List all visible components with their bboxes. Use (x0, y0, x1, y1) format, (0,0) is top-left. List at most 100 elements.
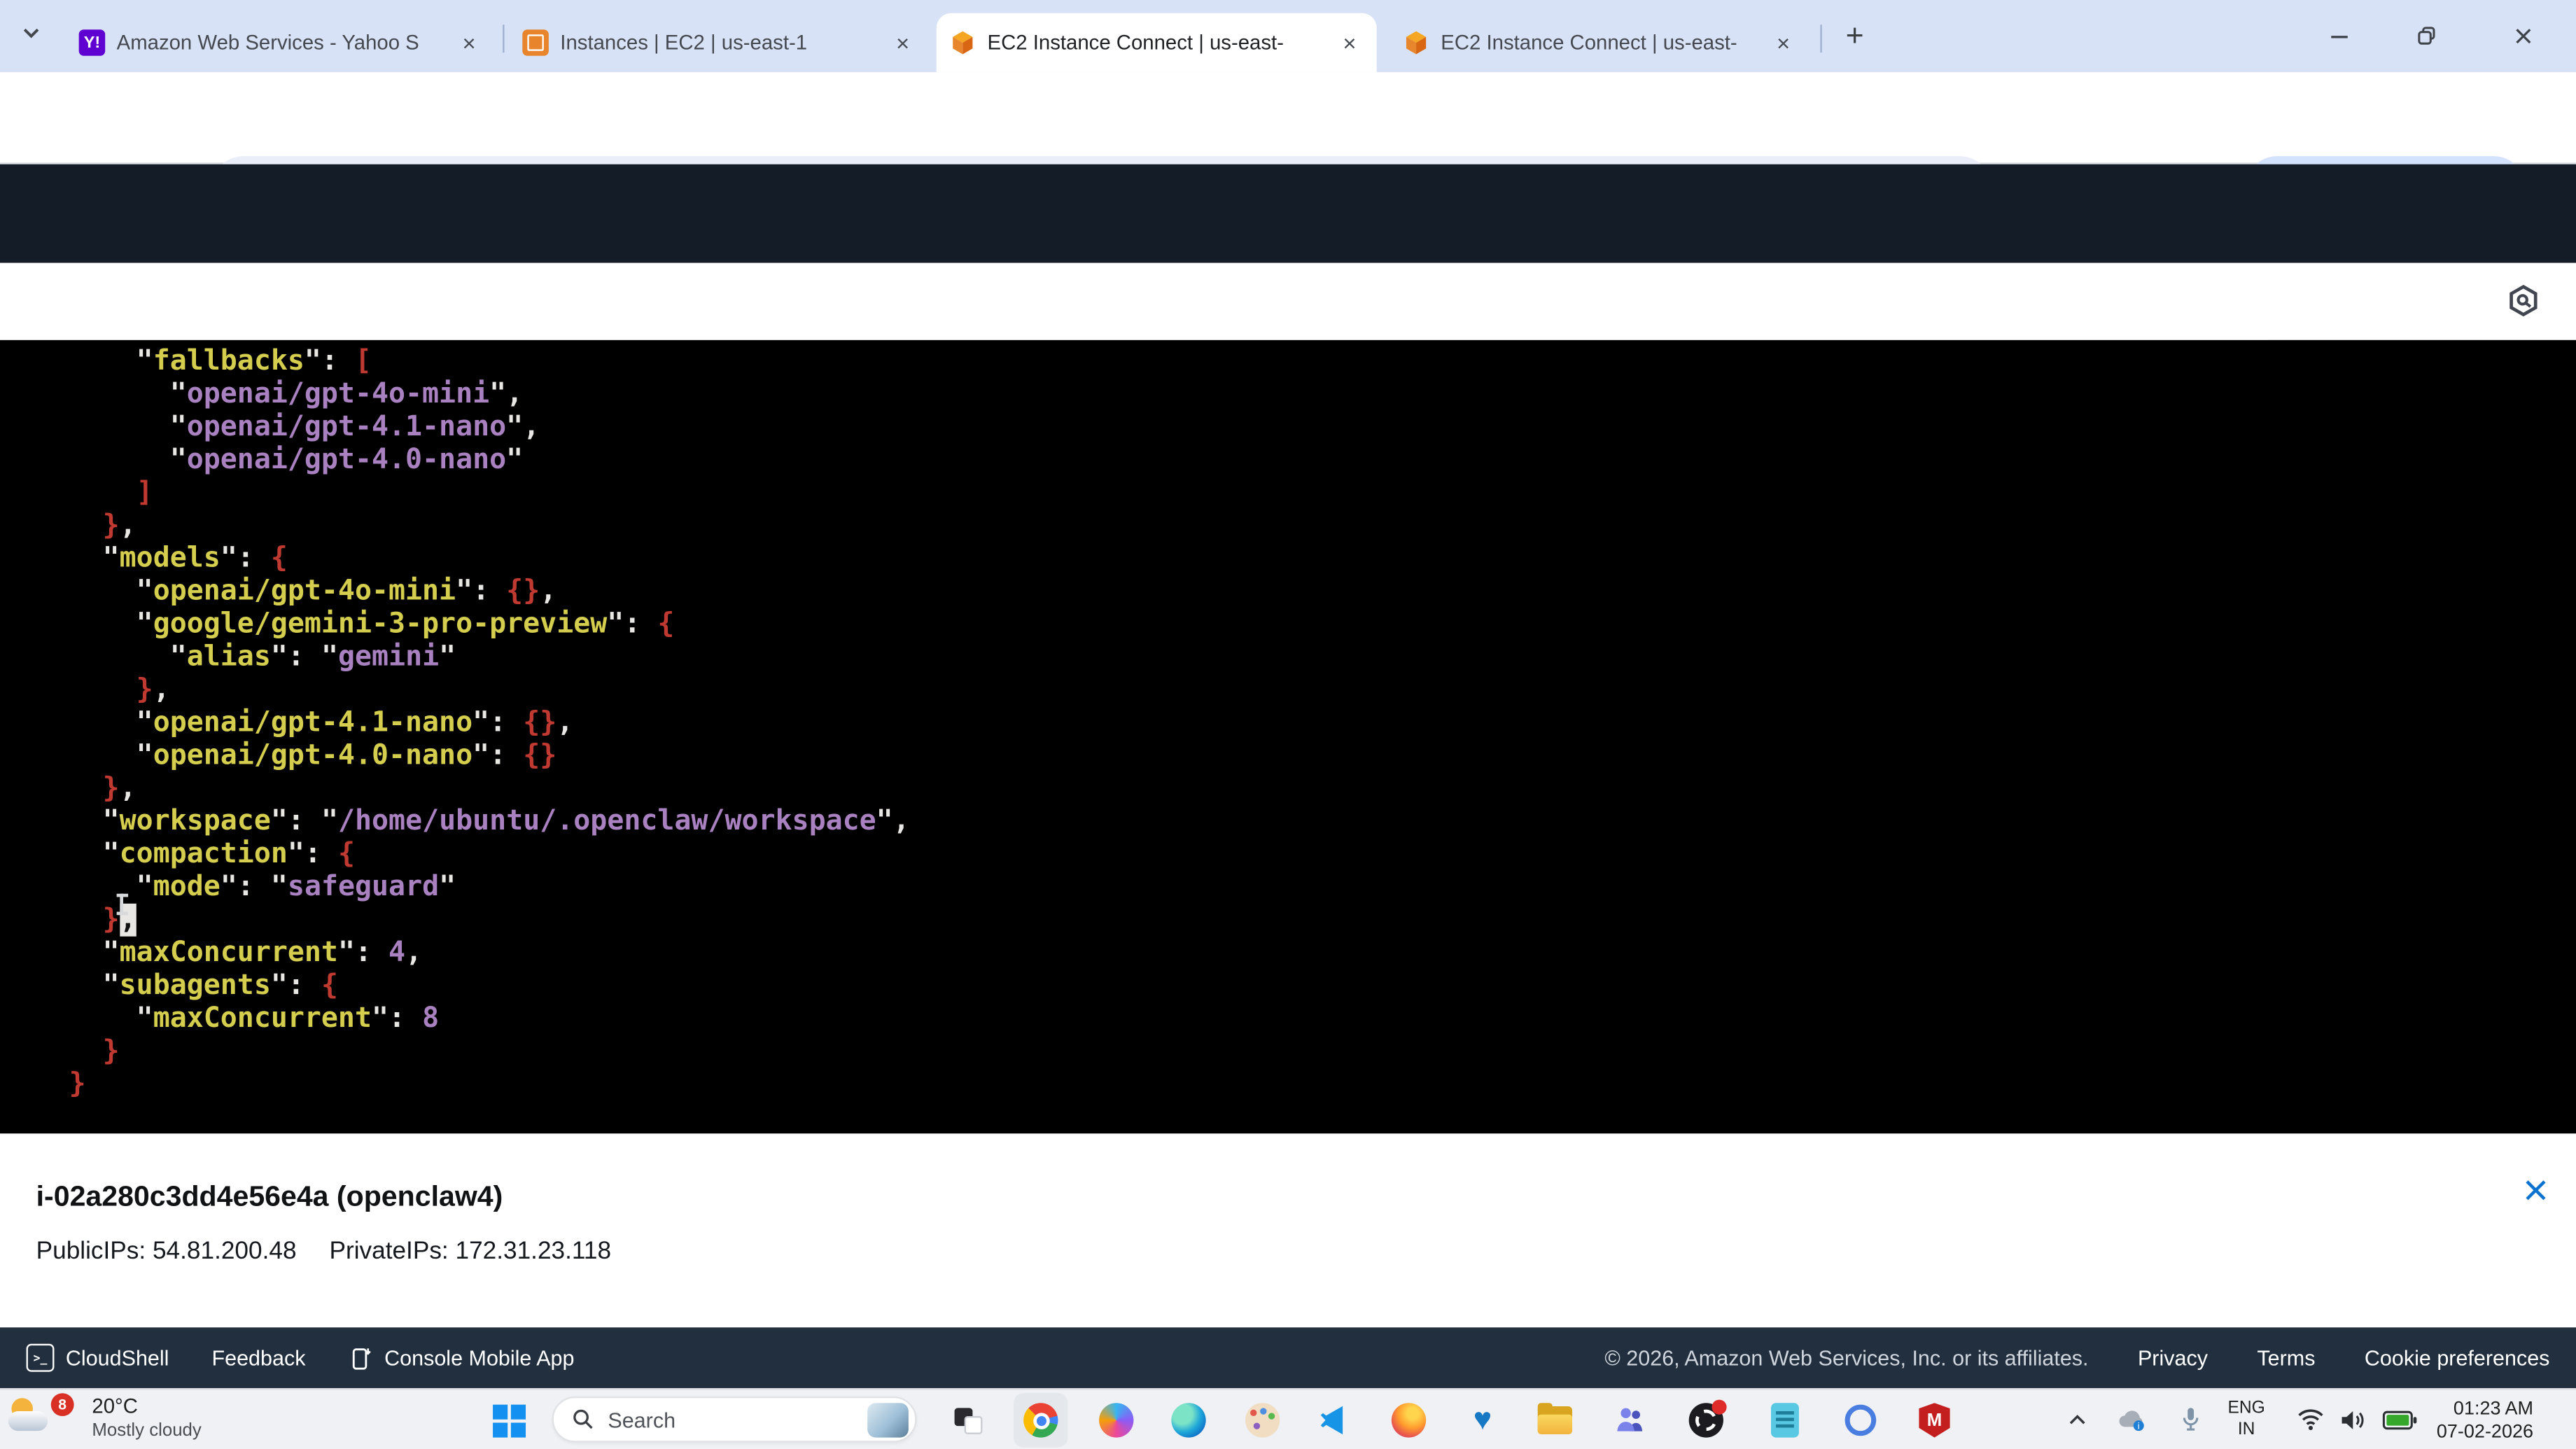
tab-close-icon[interactable]: × (1336, 29, 1364, 57)
taskbar-clock[interactable]: 01:23 AM 07-02-2026 (2437, 1398, 2533, 1445)
terminal-line: "fallbacks": [ (69, 345, 910, 378)
tab-title: Amazon Web Services - Yahoo S (117, 31, 444, 55)
taskbar-search[interactable]: Search (552, 1396, 917, 1443)
footer-privacy-link[interactable]: Privacy (2138, 1345, 2208, 1370)
new-tab-button[interactable]: + (1835, 18, 1875, 57)
terminal-line: } (69, 1068, 910, 1101)
terminal-line: "openai/gpt-4.0-nano" (69, 444, 910, 477)
window-minimize-button[interactable] (2311, 11, 2367, 60)
start-button[interactable] (493, 1405, 525, 1437)
mouse-cursor (120, 894, 123, 916)
panel-close-icon[interactable] (2522, 1176, 2550, 1204)
terminal-line: "google/gemini-3-pro-preview": { (69, 608, 910, 640)
terminal-line: "mode": "safeguard" (69, 871, 910, 904)
footer-cookie-link[interactable]: Cookie preferences (2365, 1345, 2550, 1370)
language-top: ENG (2227, 1398, 2264, 1418)
weather-condition-label: Mostly cloudy (92, 1421, 201, 1441)
mobile-app-label: Console Mobile App (384, 1345, 574, 1370)
terminal-line: "subagents": { (69, 969, 910, 1002)
terminal-line: "alias": "gemini" (69, 640, 910, 673)
tab-instance-connect-active[interactable]: EC2 Instance Connect | us-east- × (937, 13, 1377, 72)
tab-yahoo[interactable]: Y! Amazon Web Services - Yahoo S × (66, 13, 496, 72)
temperature-label: 20°C (92, 1395, 138, 1418)
aws-console-footer: >_ CloudShell Feedback Console Mobile Ap… (0, 1327, 2576, 1388)
tray-chevron-up-icon[interactable] (2066, 1411, 2088, 1429)
battery-icon[interactable] (2382, 1410, 2418, 1432)
wifi-icon[interactable] (2297, 1408, 2325, 1431)
terminal-line: "openai/gpt-4o-mini": {}, (69, 575, 910, 608)
svg-text:i: i (2138, 1421, 2140, 1432)
terminal-line: }, (69, 904, 910, 937)
ssh-terminal[interactable]: "fallbacks": [ "openai/gpt-4o-mini", "op… (0, 340, 2576, 1134)
public-ip-label: PublicIPs: (36, 1237, 146, 1265)
terminal-line: }, (69, 510, 910, 542)
window-restore-button[interactable] (2399, 11, 2455, 60)
screen: Y! Amazon Web Services - Yahoo S × Insta… (0, 0, 2576, 1449)
cloudshell-icon: >_ (27, 1344, 55, 1372)
tab-title: Instances | EC2 | us-east-1 (560, 31, 877, 55)
copilot-icon[interactable] (1098, 1401, 1135, 1439)
search-icon (572, 1408, 595, 1431)
sync-app-icon[interactable] (1842, 1401, 1879, 1439)
heart-pulse-icon[interactable]: ♥ (1464, 1401, 1502, 1439)
paint-icon[interactable] (1244, 1401, 1282, 1439)
cloudshell-label: CloudShell (66, 1345, 169, 1370)
tab-search-icon[interactable] (20, 22, 43, 45)
aws-cube-favicon (950, 29, 976, 56)
speaker-icon[interactable] (2339, 1408, 2367, 1432)
yahoo-favicon: Y! (79, 29, 106, 56)
copyright-text: © 2026, Amazon Web Services, Inc. or its… (1604, 1345, 2088, 1370)
vscode-icon[interactable] (1316, 1401, 1354, 1439)
browser-toolbar: us-east-1.console.aws.amazon.com/ec2-ins… (0, 72, 2576, 164)
notepad-icon[interactable] (1766, 1401, 1804, 1439)
page-sub-header (0, 263, 2576, 340)
terminal-line: ] (69, 477, 910, 510)
file-explorer-icon[interactable] (1536, 1401, 1574, 1439)
terminal-line: "openai/gpt-4.1-nano", (69, 411, 910, 444)
firefox-icon[interactable] (1390, 1401, 1428, 1439)
tab-ec2-instances[interactable]: Instances | EC2 | us-east-1 × (510, 13, 930, 72)
tab-divider (1820, 24, 1821, 52)
microphone-icon[interactable] (2178, 1405, 2203, 1434)
tab-close-icon[interactable]: × (455, 29, 483, 57)
footer-mobile-app-link[interactable]: Console Mobile App (348, 1345, 574, 1371)
mobile-phone-icon (348, 1345, 372, 1371)
terminal-line: }, (69, 673, 910, 706)
time-label: 01:23 AM (2454, 1400, 2533, 1420)
mcafee-icon[interactable]: M (1916, 1401, 1954, 1439)
tab-title: EC2 Instance Connect | us-east- (1441, 31, 1758, 55)
terminal-line: "maxConcurrent": 8 (69, 1002, 910, 1035)
language-bottom: IN (2238, 1420, 2255, 1439)
footer-feedback-link[interactable]: Feedback (211, 1345, 305, 1370)
aws-console-header: aws Search [Alt+S] >_ ? United States (N… (0, 164, 2576, 263)
terminal-line: "openai/gpt-4o-mini", (69, 378, 910, 411)
tab-divider (503, 24, 504, 52)
teams-icon[interactable] (1611, 1401, 1649, 1439)
language-indicator[interactable]: ENG IN (2227, 1398, 2264, 1441)
footer-terms-link[interactable]: Terms (2257, 1345, 2315, 1370)
footer-cloudshell-button[interactable]: >_ CloudShell (27, 1344, 169, 1372)
tab-close-icon[interactable]: × (889, 29, 917, 57)
task-view-icon[interactable] (950, 1401, 988, 1439)
search-placeholder: Search (608, 1407, 676, 1432)
chrome-icon[interactable] (1022, 1401, 1060, 1439)
aws-cube-favicon (1403, 29, 1429, 56)
terminal-line: "compaction": { (69, 838, 910, 871)
obs-icon[interactable] (1687, 1401, 1725, 1439)
edge-icon[interactable] (1170, 1401, 1208, 1439)
terminal-line: }, (69, 772, 910, 805)
browser-tab-strip: Y! Amazon Web Services - Yahoo S × Insta… (0, 0, 2576, 72)
notification-badge: 8 (51, 1393, 74, 1416)
onedrive-cloud-icon[interactable]: i (2116, 1405, 2149, 1433)
window-close-button[interactable] (2496, 11, 2552, 60)
tab-instance-connect-2[interactable]: EC2 Instance Connect | us-east- × (1390, 13, 1811, 72)
tab-close-icon[interactable]: × (1770, 29, 1798, 57)
weather-widget[interactable]: 8 (8, 1393, 84, 1447)
amazon-q-launcher-icon[interactable] (2507, 284, 2540, 317)
terminal-content: "fallbacks": [ "openai/gpt-4o-mini", "op… (69, 345, 910, 1101)
terminal-line: "openai/gpt-4.0-nano": {} (69, 739, 910, 772)
terminal-line: } (69, 1035, 910, 1068)
terminal-line: "maxConcurrent": 4, (69, 937, 910, 969)
instance-title: i-02a280c3dd4e56e4a (openclaw4) (36, 1180, 503, 1214)
date-label: 07-02-2026 (2437, 1423, 2533, 1443)
